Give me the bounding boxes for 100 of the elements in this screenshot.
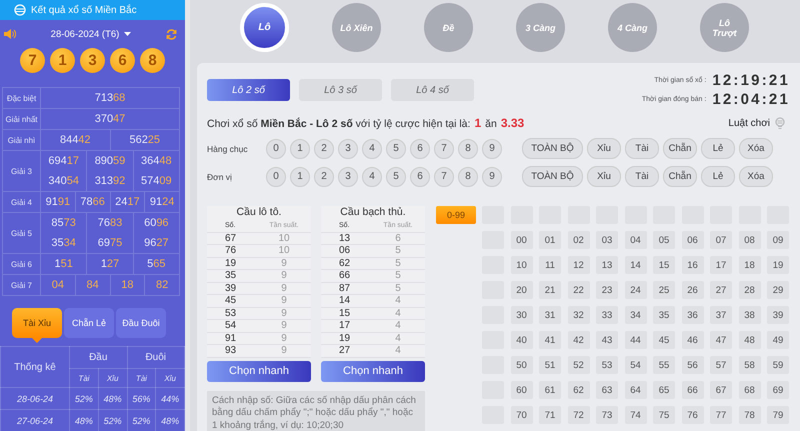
digit-button[interactable]: 9 [482, 138, 502, 158]
rules-link[interactable]: Luật chơi [728, 117, 790, 129]
number-button[interactable]: 36 [682, 306, 704, 324]
number-button[interactable]: 58 [738, 356, 760, 374]
digit-button[interactable]: 7 [434, 166, 454, 186]
range-button[interactable]: 0-99 [436, 206, 476, 224]
number-button[interactable]: 41 [539, 331, 561, 349]
bet-type-tab[interactable]: Lô 2 số [207, 79, 290, 101]
number-button[interactable]: 15 [653, 256, 675, 274]
number-button[interactable]: 62 [568, 381, 590, 399]
number-button[interactable]: 73 [596, 406, 618, 424]
number-button[interactable]: 11 [539, 256, 561, 274]
speaker-icon[interactable] [4, 29, 16, 39]
number-button[interactable]: 32 [568, 306, 590, 324]
number-button[interactable]: 38 [738, 306, 760, 324]
number-button[interactable]: 47 [710, 331, 732, 349]
number-button[interactable]: 79 [767, 406, 789, 424]
number-button[interactable]: 44 [624, 331, 646, 349]
digit-button[interactable]: 1 [290, 166, 310, 186]
digit-button[interactable]: 0 [266, 166, 286, 186]
digit-button[interactable]: 2 [314, 138, 334, 158]
digit-button[interactable]: 8 [458, 166, 478, 186]
number-button[interactable]: 69 [767, 381, 789, 399]
number-button[interactable]: 20 [510, 281, 532, 299]
number-button[interactable]: 05 [653, 231, 675, 249]
number-button[interactable]: 74 [624, 406, 646, 424]
number-button[interactable]: 68 [738, 381, 760, 399]
quick-select-button[interactable]: TOÀN BỘ [522, 138, 583, 159]
number-button[interactable]: 14 [624, 256, 646, 274]
game-tab[interactable]: Lô [240, 3, 289, 52]
number-button[interactable]: 17 [710, 256, 732, 274]
number-button[interactable]: 35 [653, 306, 675, 324]
number-button[interactable]: 67 [710, 381, 732, 399]
number-button[interactable]: 09 [767, 231, 789, 249]
number-button[interactable]: 78 [738, 406, 760, 424]
number-button[interactable]: 21 [539, 281, 561, 299]
date-dropdown[interactable]: 28-06-2024 (T6) [50, 28, 132, 40]
number-button[interactable]: 24 [624, 281, 646, 299]
number-button[interactable]: 31 [539, 306, 561, 324]
number-button[interactable]: 06 [682, 231, 704, 249]
bet-type-tab[interactable]: Lô 3 số [299, 79, 382, 101]
digit-button[interactable]: 1 [290, 138, 310, 158]
number-button[interactable]: 45 [653, 331, 675, 349]
number-button[interactable]: 04 [624, 231, 646, 249]
digit-button[interactable]: 0 [266, 138, 286, 158]
number-button[interactable]: 63 [596, 381, 618, 399]
quick-select-button[interactable]: Xóa [739, 166, 773, 187]
number-button[interactable]: 49 [767, 331, 789, 349]
digit-button[interactable]: 5 [386, 166, 406, 186]
number-button[interactable]: 13 [596, 256, 618, 274]
number-button[interactable]: 48 [738, 331, 760, 349]
stats-tab[interactable]: Đầu Đuôi [116, 308, 166, 338]
stats-tab[interactable]: Chẵn Lẻ [64, 308, 114, 338]
number-button[interactable]: 30 [510, 306, 532, 324]
number-button[interactable]: 76 [682, 406, 704, 424]
number-button[interactable]: 07 [710, 231, 732, 249]
number-button[interactable]: 43 [596, 331, 618, 349]
number-button[interactable]: 51 [539, 356, 561, 374]
quick-select-button[interactable]: TOÀN BỘ [522, 166, 583, 187]
number-button[interactable]: 53 [596, 356, 618, 374]
number-button[interactable]: 29 [767, 281, 789, 299]
quick-pick-button[interactable]: Chọn nhanh [207, 360, 311, 382]
number-button[interactable]: 02 [568, 231, 590, 249]
number-button[interactable]: 65 [653, 381, 675, 399]
stats-tab[interactable]: Tài Xỉu [12, 308, 62, 338]
number-button[interactable]: 12 [568, 256, 590, 274]
refresh-icon[interactable] [166, 28, 177, 40]
digit-button[interactable]: 4 [362, 138, 382, 158]
number-button[interactable]: 40 [510, 331, 532, 349]
digit-button[interactable]: 3 [338, 138, 358, 158]
quick-select-button[interactable]: Tài [625, 138, 659, 159]
number-button[interactable]: 71 [539, 406, 561, 424]
quick-select-button[interactable]: Tài [625, 166, 659, 187]
quick-select-button[interactable]: Xỉu [587, 166, 621, 187]
number-button[interactable]: 55 [653, 356, 675, 374]
digit-button[interactable]: 3 [338, 166, 358, 186]
number-button[interactable]: 23 [596, 281, 618, 299]
digit-button[interactable]: 6 [410, 138, 430, 158]
number-button[interactable]: 56 [682, 356, 704, 374]
number-button[interactable]: 46 [682, 331, 704, 349]
quick-select-button[interactable]: Chẵn [663, 138, 697, 159]
digit-button[interactable]: 4 [362, 166, 382, 186]
number-button[interactable]: 27 [710, 281, 732, 299]
number-button[interactable]: 60 [510, 381, 532, 399]
number-button[interactable]: 70 [510, 406, 532, 424]
number-button[interactable]: 57 [710, 356, 732, 374]
number-button[interactable]: 42 [568, 331, 590, 349]
digit-button[interactable]: 7 [434, 138, 454, 158]
number-button[interactable]: 19 [767, 256, 789, 274]
number-button[interactable]: 64 [624, 381, 646, 399]
digit-button[interactable]: 9 [482, 166, 502, 186]
bet-type-tab[interactable]: Lô 4 số [391, 79, 474, 101]
number-button[interactable]: 08 [738, 231, 760, 249]
quick-pick-button[interactable]: Chọn nhanh [321, 360, 425, 382]
number-button[interactable]: 37 [710, 306, 732, 324]
number-button[interactable]: 52 [568, 356, 590, 374]
number-button[interactable]: 54 [624, 356, 646, 374]
number-button[interactable]: 61 [539, 381, 561, 399]
number-button[interactable]: 18 [738, 256, 760, 274]
number-button[interactable]: 66 [682, 381, 704, 399]
